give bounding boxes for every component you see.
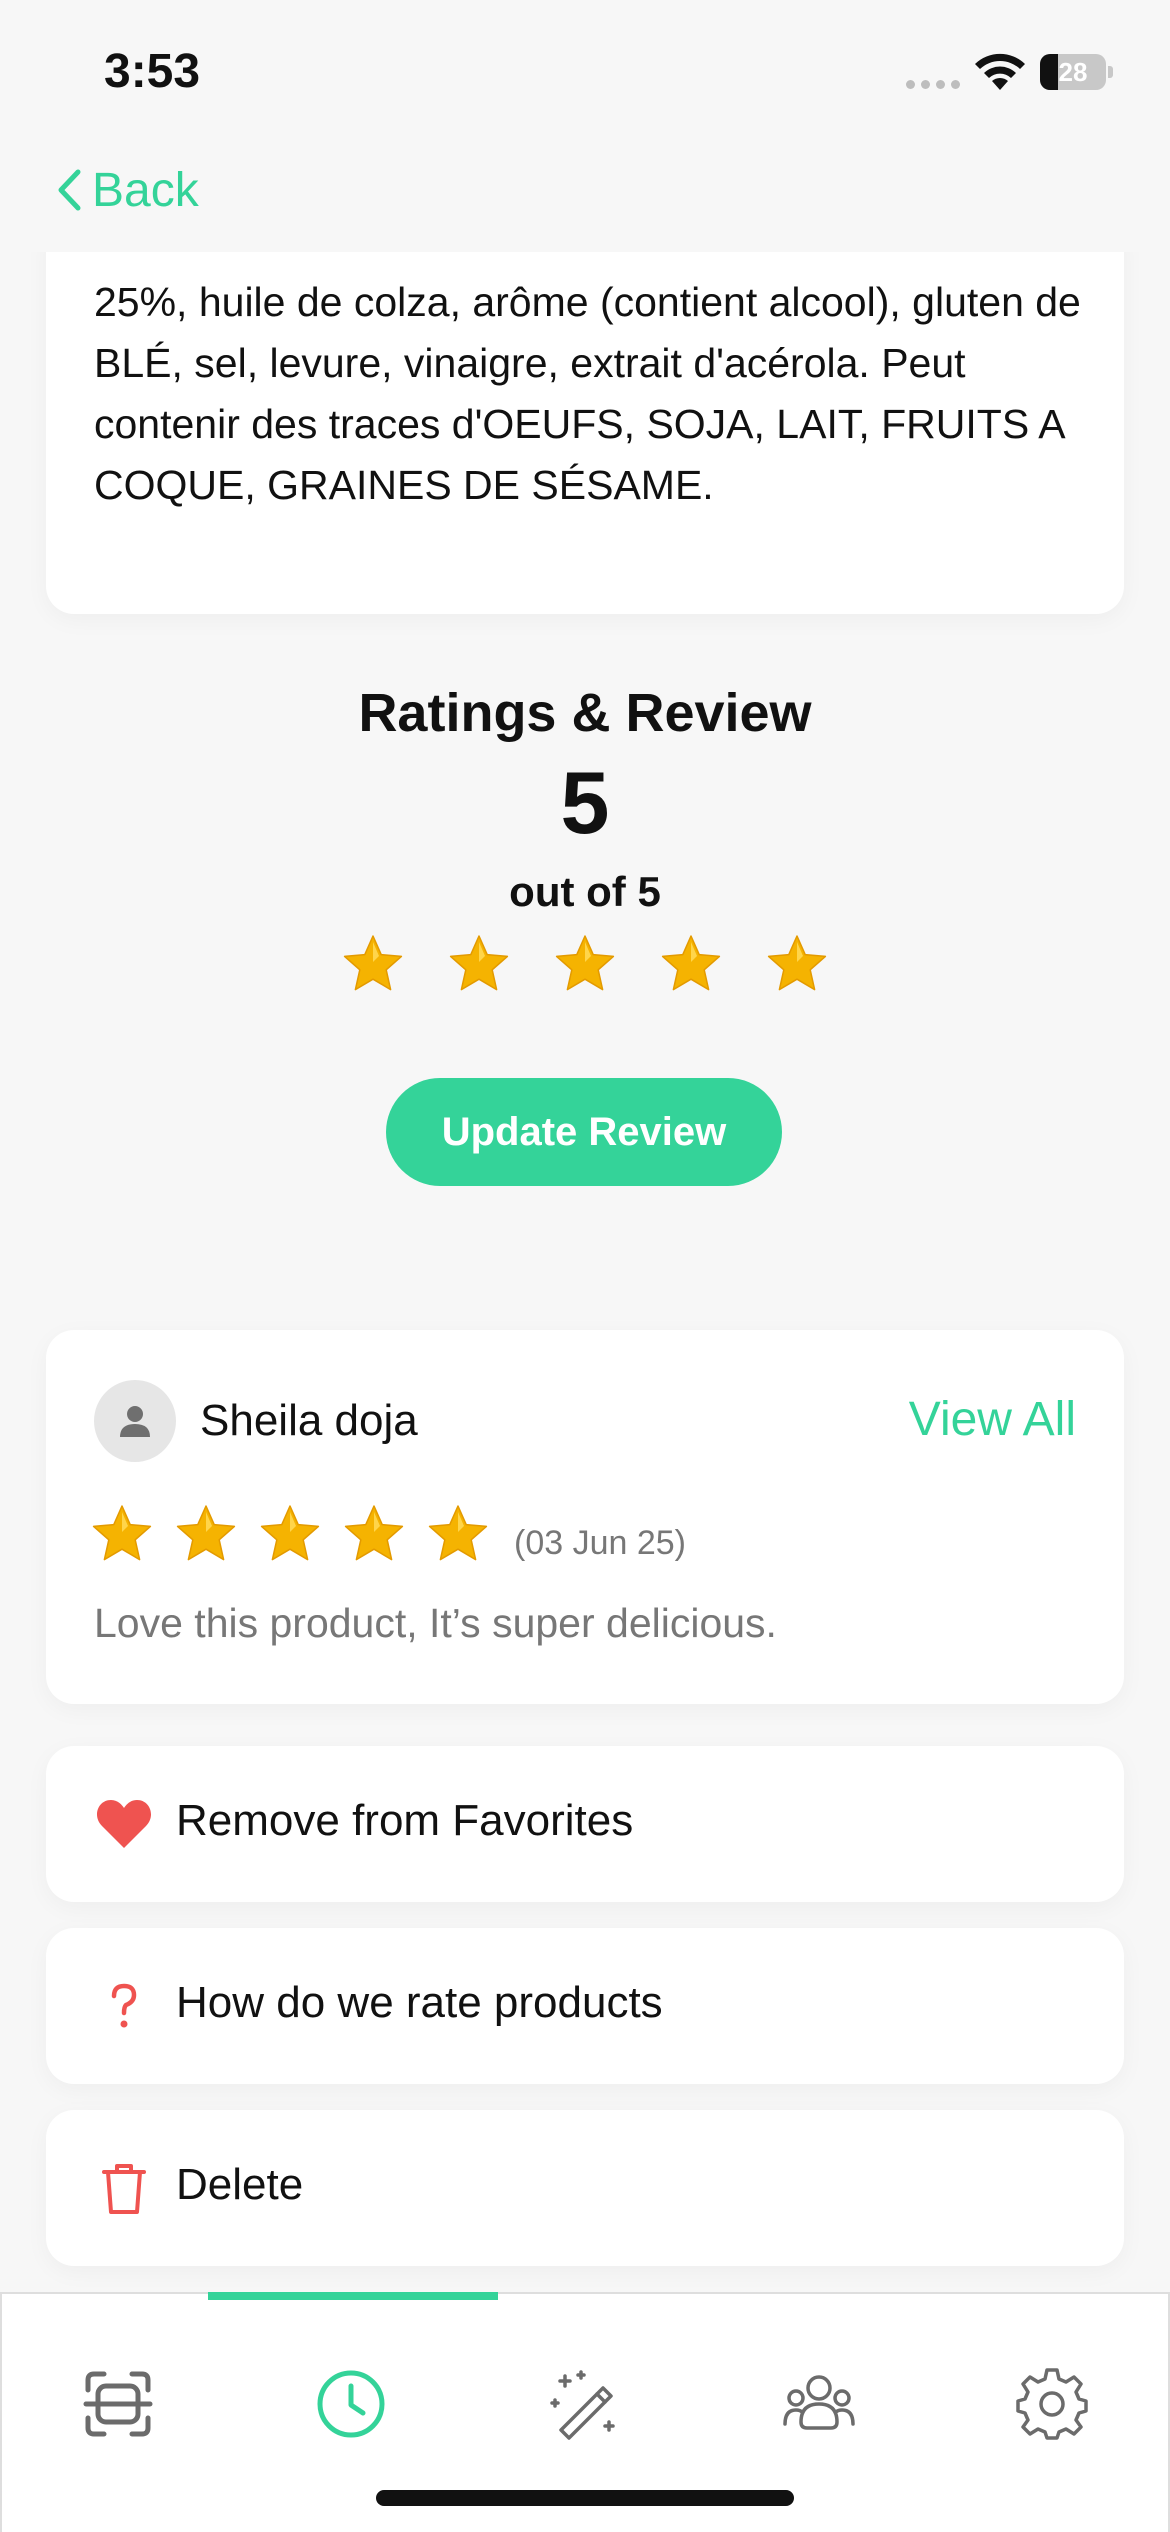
ingredients-card: 25%, huile de colza, arôme (contient alc… bbox=[46, 252, 1124, 614]
remove-favorites-button[interactable]: Remove from Favorites bbox=[46, 1746, 1124, 1902]
battery-icon: 28 bbox=[1040, 54, 1113, 90]
chevron-left-icon bbox=[58, 169, 81, 211]
ingredients-text: 25%, huile de colza, arôme (contient alc… bbox=[94, 279, 1081, 508]
how-we-rate-button[interactable]: How do we rate products bbox=[46, 1928, 1124, 2084]
star-icon bbox=[176, 1505, 236, 1561]
tab-scan[interactable] bbox=[68, 2354, 168, 2454]
back-button[interactable]: Back bbox=[56, 158, 199, 222]
navigation-bar: Back bbox=[0, 150, 1170, 252]
cellular-signal-icon bbox=[906, 80, 960, 89]
heart-icon bbox=[94, 1794, 154, 1854]
view-all-link[interactable]: View All bbox=[909, 1392, 1076, 1447]
review-stars bbox=[90, 1502, 490, 1566]
home-indicator bbox=[376, 2490, 794, 2506]
update-review-button[interactable]: Update Review bbox=[386, 1078, 782, 1186]
user-icon bbox=[120, 1406, 150, 1437]
star-icon bbox=[428, 1505, 488, 1561]
tab-history[interactable] bbox=[301, 2354, 401, 2454]
star-icon bbox=[344, 1505, 404, 1561]
delete-label: Delete bbox=[176, 2160, 304, 2209]
tab-magic[interactable] bbox=[535, 2354, 635, 2454]
star-icon bbox=[555, 935, 615, 991]
question-mark-icon bbox=[94, 1976, 154, 2036]
avatar bbox=[94, 1380, 176, 1462]
review-card: Sheila doja View All (03 Jun 25) Love th… bbox=[46, 1330, 1124, 1704]
star-icon bbox=[661, 935, 721, 991]
community-icon bbox=[783, 2375, 855, 2430]
rating-value: 5 bbox=[560, 753, 610, 852]
status-time: 3:53 bbox=[104, 45, 201, 98]
ratings-section: Ratings & Review 5 out of 5 Update Revie… bbox=[0, 682, 1170, 1232]
star-icon bbox=[449, 935, 509, 991]
tab-settings[interactable] bbox=[1002, 2354, 1102, 2454]
history-clock-icon bbox=[317, 2370, 385, 2438]
back-label: Back bbox=[92, 163, 199, 217]
ratings-title: Ratings & Review bbox=[358, 683, 812, 743]
product-detail-content[interactable]: 25%, huile de colza, arôme (contient alc… bbox=[0, 252, 1170, 2292]
rating-out-of: out of 5 bbox=[509, 868, 661, 915]
star-icon bbox=[343, 935, 403, 991]
star-icon bbox=[92, 1505, 152, 1561]
remove-favorites-label: Remove from Favorites bbox=[176, 1796, 634, 1845]
active-tab-indicator bbox=[208, 2292, 498, 2300]
trash-icon bbox=[94, 2158, 154, 2218]
how-we-rate-label: How do we rate products bbox=[176, 1978, 663, 2027]
settings-gear-icon bbox=[1016, 2368, 1088, 2440]
tab-community[interactable] bbox=[769, 2354, 869, 2454]
star-icon bbox=[767, 935, 827, 991]
battery-percentage: 28 bbox=[1058, 57, 1088, 87]
star-icon bbox=[260, 1505, 320, 1561]
delete-button[interactable]: Delete bbox=[46, 2110, 1124, 2266]
status-bar: 3:53 28 bbox=[0, 0, 1170, 150]
rating-stars[interactable] bbox=[0, 932, 1170, 996]
wifi-icon bbox=[975, 53, 1025, 90]
scan-icon bbox=[83, 2371, 153, 2437]
review-date: (03 Jun 25) bbox=[514, 1524, 686, 1562]
reviewer-name: Sheila doja bbox=[200, 1396, 418, 1445]
review-text: Love this product, It’s super delicious. bbox=[94, 1600, 777, 1646]
magic-wand-icon bbox=[550, 2370, 615, 2440]
